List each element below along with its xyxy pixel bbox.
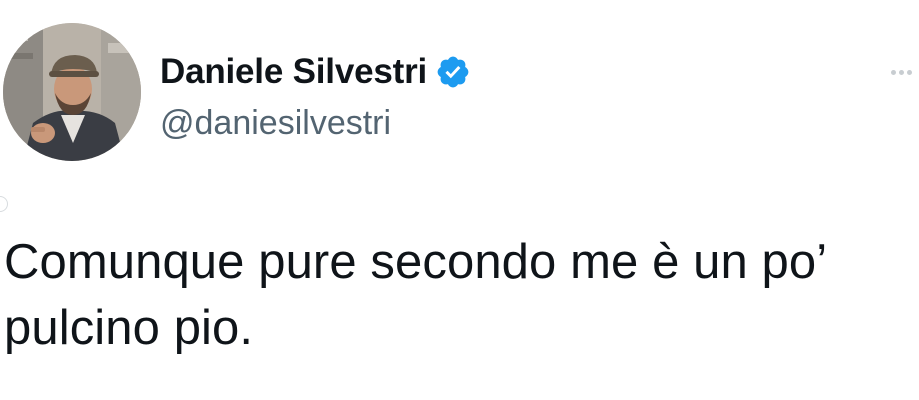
- avatar[interactable]: [3, 23, 141, 161]
- author-name-row[interactable]: Daniele Silvestri: [160, 52, 471, 92]
- author-display-name[interactable]: Daniele Silvestri: [160, 52, 427, 92]
- author-handle[interactable]: @daniesilvestri: [160, 104, 391, 143]
- verified-badge-icon: [435, 54, 471, 90]
- tweet-card: Daniele Silvestri @daniesilvestri Comunq…: [0, 0, 919, 400]
- tweet-text: Comunque pure secondo me è un po’ pulcin…: [4, 235, 828, 355]
- more-options-icon[interactable]: [891, 66, 915, 78]
- avatar-photo: [3, 23, 141, 161]
- cropped-element: [0, 196, 8, 212]
